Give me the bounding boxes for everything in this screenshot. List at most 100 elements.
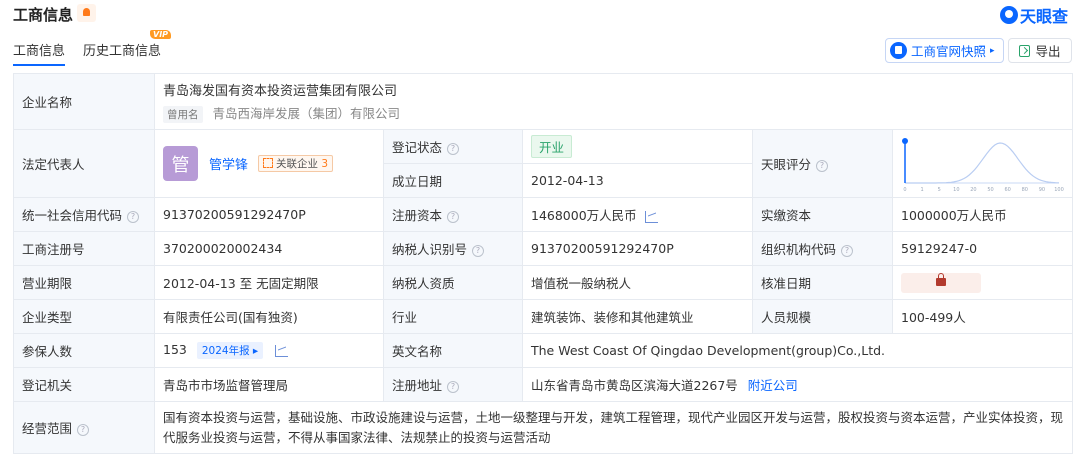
tick-label: 60 (1004, 187, 1010, 193)
section-title: 工商信息 (13, 6, 74, 24)
tianyancha-logo-icon (999, 6, 1018, 24)
paid-capital-label: 实缴资本 (752, 197, 893, 232)
staff-size-value: 100-499人 (891, 299, 1074, 334)
reg-address-cell: 山东省青岛市黄岛区滨海大道2267号 附近公司 (521, 367, 1074, 402)
tick-label: 0 (903, 187, 906, 193)
status-badge: 开业 (531, 135, 573, 158)
taxpayer-id-label: 纳税人识别号 (392, 242, 468, 257)
table-row: 参保人数 153 2024年报 ▸ 英文名称 The West Coast Of… (13, 333, 1074, 368)
reg-capital-label-cell: 注册资本? (383, 197, 523, 232)
tab-history-business-info[interactable]: 历史工商信息 VIP (83, 30, 172, 66)
table-row: 经营范围? 国有资本投资与运营，基础设施、市政设施建设与运营，土地一级整理与开发… (13, 401, 1074, 454)
insured-label: 参保人数 (13, 333, 155, 368)
annual-report-year: 2024年报 (201, 345, 250, 357)
insured-cell: 153 2024年报 ▸ (154, 333, 384, 368)
former-name: 青岛西海岸发展（集团）有限公司 (212, 106, 400, 121)
bell-icon[interactable] (77, 4, 96, 22)
top-bar: 工商信息 天眼查 (0, 0, 1080, 28)
help-icon[interactable]: ? (77, 423, 90, 436)
annual-report-badge[interactable]: 2024年报 ▸ (196, 342, 264, 359)
tick-label: 100 (1054, 187, 1064, 193)
tick-label: 10 (953, 187, 959, 193)
related-icon (262, 158, 273, 168)
export-label: 导出 (1035, 44, 1061, 59)
staff-size-label: 人员规模 (752, 299, 893, 334)
industry-value: 建筑装饰、装修和其他建筑业 (522, 299, 753, 334)
legal-rep-label: 法定代表人 (13, 129, 155, 198)
help-icon[interactable]: ? (816, 159, 829, 172)
chart-icon[interactable] (275, 344, 289, 357)
reg-no-label: 工商注册号 (13, 231, 155, 266)
scope-label-cell: 经营范围? (13, 401, 155, 454)
snapshot-icon (890, 42, 907, 59)
company-name: 青岛海发国有资本投资运营集团有限公司 (163, 84, 398, 99)
help-icon[interactable]: ? (447, 380, 460, 393)
snapshot-label: 工商官网快照 (911, 44, 987, 59)
table-row: 法定代表人 管 管学锋 关联企业 3 登记状态? 开业 天眼评分? 0 1 5 10 2… (13, 129, 1074, 198)
table-row: 营业期限 2012-04-13 至 无固定期限 纳税人资质 增值税一般纳税人 核… (13, 265, 1074, 300)
taxpayer-id-label-cell: 纳税人识别号? (383, 231, 523, 266)
export-button[interactable]: 导出 (1008, 38, 1072, 63)
org-code-label-cell: 组织机构代码? (752, 231, 893, 266)
reg-address-label-cell: 注册地址? (383, 367, 523, 402)
tab-business-info[interactable]: 工商信息 (13, 40, 66, 66)
reg-authority-value: 青岛市市场监督管理局 (154, 367, 384, 402)
status-cell: 开业 (522, 129, 753, 164)
legal-rep-cell: 管 管学锋 关联企业 3 (154, 129, 384, 198)
related-companies-badge[interactable]: 关联企业 3 (257, 155, 334, 172)
score-label-cell: 天眼评分? (752, 129, 893, 198)
help-icon[interactable]: ? (472, 244, 485, 257)
org-code-value: 59129247-0 (891, 231, 1074, 266)
paid-capital-value: 1000000万人民币 (891, 197, 1074, 232)
score-label: 天眼评分 (761, 157, 812, 172)
company-name-label: 企业名称 (13, 73, 155, 130)
status-label: 登记状态 (392, 140, 443, 155)
founded-label: 成立日期 (383, 163, 523, 198)
help-icon[interactable]: ? (841, 244, 854, 257)
tick-label: 90 (1039, 187, 1045, 193)
credit-code-label-cell: 统一社会信用代码? (13, 197, 155, 232)
table-row: 工商注册号 370200020002434 纳税人识别号? 9137020059… (13, 231, 1074, 266)
scope-value: 国有资本投资与运营，基础设施、市政设施建设与运营，土地一级整理与开发，建筑工程管… (153, 401, 1074, 454)
table-row: 企业类型 有限责任公司(国有独资) 行业 建筑装饰、装修和其他建筑业 人员规模 … (13, 299, 1074, 334)
tick-label: 80 (1022, 187, 1028, 193)
help-icon[interactable]: ? (127, 210, 140, 223)
official-snapshot-button[interactable]: 工商官网快照 ▸ (885, 38, 1004, 63)
tab-business-info-label: 工商信息 (13, 44, 66, 59)
brand-logo: 天眼查 (999, 3, 1068, 27)
reg-address-label: 注册地址 (392, 378, 443, 393)
taxpayer-id-value: 91370200591292470P (522, 231, 753, 266)
reg-capital-cell: 1468000万人民币 (522, 197, 753, 232)
help-icon[interactable]: ? (447, 142, 460, 155)
insured-value: 153 (163, 342, 187, 357)
table-row: 统一社会信用代码? 91370200591292470P 注册资本? 14680… (13, 197, 1074, 232)
export-icon (1019, 44, 1031, 57)
company-type-label: 企业类型 (13, 299, 155, 334)
locked-value[interactable] (901, 272, 981, 293)
table-row: 登记机关 青岛市市场监督管理局 注册地址? 山东省青岛市黄岛区滨海大道2267号… (13, 367, 1074, 402)
brand-logo-text: 天眼查 (1019, 7, 1068, 26)
tab-history-label: 历史工商信息 (83, 44, 162, 59)
distribution-curve (905, 142, 1060, 184)
score-distribution-chart: 0 1 5 10 20 50 60 80 90 100 (902, 138, 1064, 193)
business-info-table: 企业名称 青岛海发国有资本投资运营集团有限公司 曾用名 青岛西海岸发展（集团）有… (13, 73, 1074, 454)
avatar[interactable]: 管 (163, 146, 198, 181)
reg-no-value: 370200020002434 (154, 231, 384, 266)
tab-bar: 工商信息 历史工商信息 VIP (13, 30, 172, 66)
approval-date-label: 核准日期 (752, 265, 893, 300)
chart-icon[interactable] (644, 210, 658, 223)
former-name-label: 曾用名 (163, 106, 203, 123)
english-name-value: The West Coast Of Qingdao Development(gr… (521, 333, 1074, 368)
reg-authority-label: 登记机关 (13, 367, 155, 402)
help-icon[interactable]: ? (447, 210, 460, 223)
credit-code-label: 统一社会信用代码 (22, 208, 123, 223)
taxpayer-type-label: 纳税人资质 (383, 265, 523, 300)
taxpayer-type-value: 增值税一般纳税人 (522, 265, 753, 300)
nearby-companies-link[interactable]: 附近公司 (748, 378, 798, 393)
term-value: 2012-04-13 至 无固定期限 (154, 265, 384, 300)
legal-rep-name[interactable]: 管学锋 (209, 158, 248, 173)
score-chart-cell[interactable]: 0 1 5 10 20 50 60 80 90 100 (891, 129, 1074, 198)
lock-icon (936, 272, 946, 286)
tick-label: 1 (921, 187, 924, 193)
english-name-label: 英文名称 (383, 333, 523, 368)
